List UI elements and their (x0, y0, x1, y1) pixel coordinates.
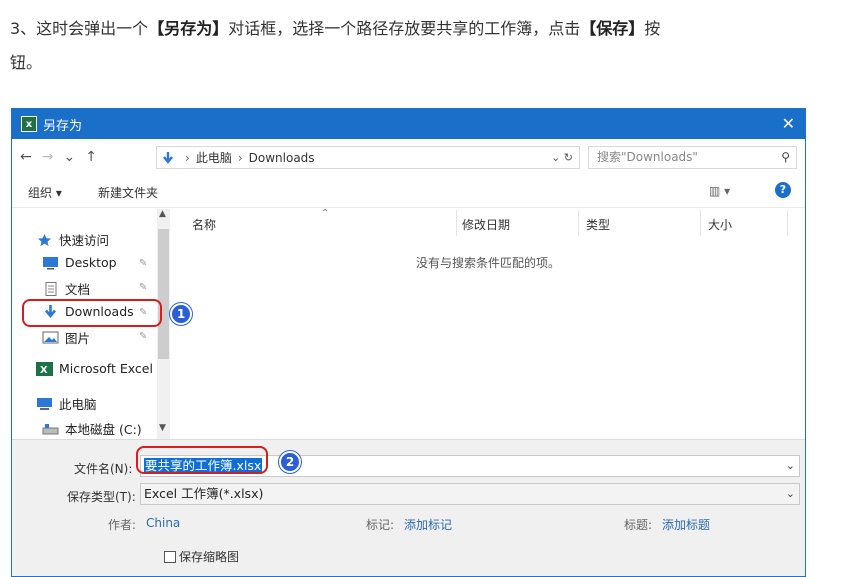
title-value[interactable]: 添加标题 (662, 516, 710, 533)
drive-icon (42, 423, 59, 434)
sidebar-item-pictures[interactable]: 图片 (42, 328, 90, 347)
filetype-value: Excel 工作簿(*.xlsx) (144, 486, 264, 501)
chevron-down-icon[interactable]: ⌄ (786, 484, 795, 504)
file-list-header: 名称 ⌃ 修改日期 类型 大小 (180, 208, 800, 236)
author-value[interactable]: China (146, 516, 180, 530)
chevron-down-icon[interactable]: ⌄ (786, 456, 795, 476)
excel-icon: x (21, 116, 37, 132)
breadcrumb-this-pc[interactable]: 此电脑 (196, 149, 232, 166)
filetype-select[interactable]: Excel 工作簿(*.xlsx) ⌄ (140, 483, 800, 505)
organize-button[interactable]: 组织 ▾ (28, 184, 62, 201)
highlight-downloads (22, 299, 162, 327)
sidebar-item-label: 本地磁盘 (C:) (65, 422, 142, 437)
column-divider (456, 210, 457, 236)
column-header-name[interactable]: 名称 (192, 216, 216, 233)
search-input[interactable]: 搜索"Downloads" ⚲ (588, 146, 797, 169)
help-icon[interactable]: ? (775, 182, 791, 198)
instruction-part: 3、这时会弹出一个 (10, 19, 149, 38)
sidebar-item-label: 文档 (65, 282, 91, 297)
save-as-dialog: x 另存为 ✕ ← → ⌄ ↑ › 此电脑 › Downloads ⌄ ↻ 搜索… (11, 108, 806, 577)
sidebar-item-label: 此电脑 (59, 397, 97, 412)
empty-folder-message: 没有与搜索条件匹配的项。 (416, 256, 561, 270)
instruction-text: 3、这时会弹出一个【另存为】对话框，选择一个路径存放要共享的工作簿，点击【保存】… (10, 12, 840, 80)
tags-label: 标记: (366, 518, 395, 532)
breadcrumb-downloads[interactable]: Downloads (249, 151, 315, 165)
sidebar-item-local-disk[interactable]: 本地磁盘 (C:) (42, 419, 142, 438)
highlight-filename (136, 446, 268, 474)
column-divider (787, 210, 788, 236)
new-folder-button[interactable]: 新建文件夹 (98, 184, 158, 201)
search-placeholder: 搜索"Downloads" (597, 150, 698, 164)
tags-value[interactable]: 添加标记 (404, 516, 452, 533)
sidebar-item-this-pc[interactable]: 此电脑 (36, 394, 97, 413)
up-arrow-icon[interactable]: ↑ (85, 149, 97, 165)
breadcrumb-separator: › (185, 150, 190, 165)
instruction-emphasis: 【另存为】 (148, 19, 229, 38)
svg-text:X: X (40, 365, 48, 376)
pictures-icon (42, 331, 59, 343)
star-icon (38, 233, 51, 246)
command-toolbar: 组织 ▾ 新建文件夹 ▥ ▾ ? (12, 176, 805, 208)
column-divider (578, 210, 579, 236)
column-header-modified[interactable]: 修改日期 (462, 216, 510, 233)
column-divider (700, 210, 701, 236)
filetype-label: 保存类型(T): (67, 490, 136, 504)
scroll-down-icon[interactable]: ▼ (159, 423, 166, 433)
save-thumbnail-option[interactable]: 保存缩略图 (164, 548, 239, 565)
filename-label: 文件名(N): (74, 462, 133, 476)
step-badge-2: 2 (279, 451, 301, 473)
save-form-panel: 文件名(N): 要共享的工作簿.xlsx ⌄ 保存类型(T): Excel 工作… (12, 439, 805, 576)
dialog-titlebar: x 另存为 ✕ (12, 109, 805, 139)
address-bar[interactable]: › 此电脑 › Downloads ⌄ ↻ (156, 146, 580, 169)
column-header-size[interactable]: 大小 (708, 216, 732, 233)
excel-icon: X (36, 361, 53, 376)
download-arrow-icon (163, 151, 173, 164)
forward-arrow-icon[interactable]: → (42, 149, 54, 165)
scrollbar-thumb[interactable] (158, 229, 169, 359)
pin-icon[interactable]: ✎ (139, 258, 147, 269)
computer-icon (37, 397, 52, 410)
sidebar-item-microsoft-excel[interactable]: X Microsoft Excel (36, 361, 153, 376)
pin-icon[interactable]: ✎ (139, 282, 147, 293)
document-icon (45, 281, 57, 296)
refresh-icon[interactable]: ⌄ ↻ (551, 151, 573, 164)
sidebar-item-label: Microsoft Excel (59, 361, 153, 376)
pin-icon[interactable]: ✎ (139, 331, 147, 342)
instruction-part: 对话框，选择一个路径存放要共享的工作簿，点击 (228, 19, 581, 38)
instruction-part: 按 (644, 19, 661, 38)
save-thumbnail-label: 保存缩略图 (179, 550, 240, 564)
sidebar-item-label: 图片 (65, 331, 91, 346)
sidebar-item-label: 快速访问 (59, 233, 110, 248)
sidebar-item-documents[interactable]: 文档 (42, 279, 90, 298)
search-icon[interactable]: ⚲ (781, 147, 790, 168)
back-arrow-icon[interactable]: ← (20, 149, 32, 165)
step-badge-1: 1 (170, 303, 192, 325)
view-options-button[interactable]: ▥ ▾ (709, 184, 730, 198)
sort-chevron-icon: ⌃ (321, 208, 330, 219)
scroll-up-icon[interactable]: ▲ (159, 209, 166, 219)
breadcrumb-separator: › (237, 150, 243, 165)
column-header-type[interactable]: 类型 (586, 216, 610, 233)
desktop-icon (43, 256, 58, 269)
instruction-emphasis: 【保存】 (580, 19, 645, 38)
sidebar-item-quick-access[interactable]: 快速访问 (36, 230, 109, 249)
author-label: 作者: (108, 518, 137, 532)
recent-locations-icon[interactable]: ⌄ (63, 149, 75, 165)
save-thumbnail-checkbox[interactable] (164, 550, 176, 563)
instruction-part: 钮。 (10, 53, 43, 72)
title-label: 标题: (624, 518, 653, 532)
sidebar-item-label: Desktop (65, 255, 117, 270)
close-icon[interactable]: ✕ (782, 114, 795, 133)
dialog-title: 另存为 (43, 118, 83, 134)
sidebar-item-desktop[interactable]: Desktop (42, 255, 117, 270)
